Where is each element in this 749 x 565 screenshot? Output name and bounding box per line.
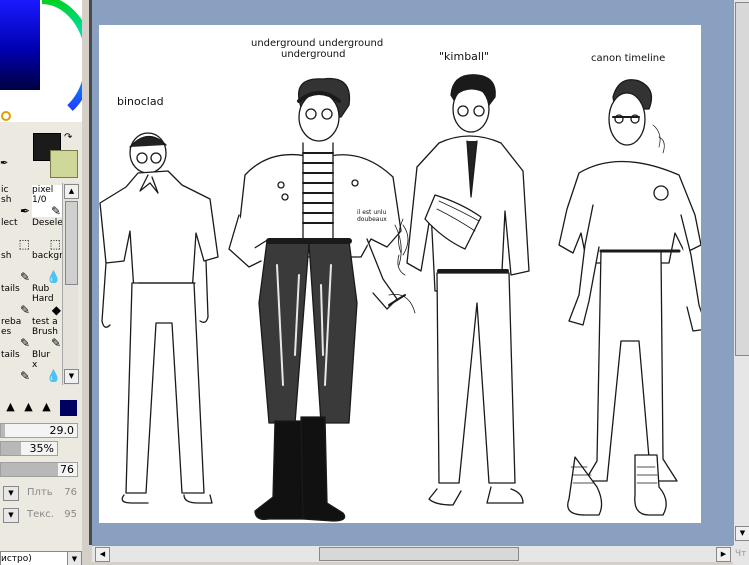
shape-round-icon[interactable]: ▲ xyxy=(21,400,36,414)
brush-slot[interactable]: sh ✎ xyxy=(1,251,31,283)
dropper-icon: 💧 xyxy=(46,270,61,283)
drawing-canvas[interactable]: binoclad underground underground undergr… xyxy=(99,25,701,523)
brush-name: reba xyxy=(1,317,22,327)
color-wheel[interactable] xyxy=(0,0,82,122)
label-kimball: "kimball" xyxy=(439,50,490,63)
brush-name: tails xyxy=(1,350,20,360)
brush-name: tails xyxy=(1,284,20,294)
min-size-slider-fill xyxy=(1,463,58,476)
texture-value: 95 xyxy=(64,509,77,520)
texture-dropdown-button[interactable]: ▼ xyxy=(3,508,19,523)
shape-flat-icon[interactable]: ▲ xyxy=(39,400,54,414)
brush-slot[interactable]: reba es ✎ xyxy=(1,317,31,349)
chevron-down-icon[interactable]: ▼ xyxy=(67,552,81,565)
scroll-thumb[interactable] xyxy=(65,201,78,285)
shape-triangle-icon[interactable]: ▲ xyxy=(3,400,18,414)
horizontal-scrollbar[interactable]: ◀ ▶ xyxy=(92,545,733,562)
vertical-scrollbar[interactable]: ▼ xyxy=(733,0,749,545)
brush-icon: ✎ xyxy=(19,270,30,283)
brush-name: ic xyxy=(1,185,9,195)
character-sketch xyxy=(99,74,701,522)
brush-name: Blur xyxy=(32,350,51,360)
vertical-scroll-thumb[interactable] xyxy=(735,2,749,356)
brush-slot[interactable]: pixel 1/0 ✎ xyxy=(32,185,62,217)
pen-mode-icon[interactable]: ✒ xyxy=(0,158,8,169)
brush-icon: ✎ xyxy=(50,336,61,349)
brush-slot[interactable]: Rub Hard ◆ xyxy=(32,284,62,316)
scroll-down-icon[interactable]: ▼ xyxy=(735,526,749,541)
scroll-left-icon[interactable]: ◀ xyxy=(95,547,110,562)
blend-dropdown-button[interactable]: ▼ xyxy=(3,486,19,501)
scroll-down-icon[interactable]: ▼ xyxy=(64,369,79,384)
size-slider[interactable]: 29.0 xyxy=(0,423,78,438)
size-value: 29.0 xyxy=(49,424,75,437)
brush-name: Rub xyxy=(32,284,50,294)
figure-kimball xyxy=(388,74,530,506)
brush-slot[interactable]: Blur x 💧 xyxy=(32,350,62,382)
scroll-corner: Чт xyxy=(733,545,749,565)
min-size-value: 76 xyxy=(60,463,74,476)
blend-value: 76 xyxy=(64,487,77,498)
figure-binoclad xyxy=(99,132,219,504)
density-value: 35% xyxy=(29,442,54,455)
brush-name: sh xyxy=(1,251,12,261)
density-slider-fill xyxy=(1,442,21,455)
min-size-slider[interactable]: 76 xyxy=(0,462,78,477)
pen-icon: ✒ xyxy=(19,204,30,217)
background-color-swatch[interactable] xyxy=(50,150,78,178)
dropper-icon: 💧 xyxy=(46,369,61,382)
shape-square-icon[interactable] xyxy=(60,400,77,416)
density-slider[interactable]: 35% xyxy=(0,441,58,456)
label-binoclad: binoclad xyxy=(117,95,164,108)
brush-icon: ✎ xyxy=(19,369,30,382)
tool-panel: ✒ ↷ icsh✒pixel1/0✎lect⬚Deselect⬚sh✎backg… xyxy=(0,0,82,565)
blend-label: Плть xyxy=(27,487,53,498)
brush-slot[interactable]: tails ✎ xyxy=(1,350,31,382)
brush-slot[interactable]: backgrou 💧 xyxy=(32,251,62,283)
scroll-right-icon[interactable]: ▶ xyxy=(716,547,731,562)
pencil-icon: ✎ xyxy=(50,204,61,217)
mode-select-value: истро) xyxy=(1,554,32,564)
label-underground-line1: underground underground xyxy=(251,38,384,49)
brush-icon: ✎ xyxy=(19,303,30,316)
label-underground-line2: underground xyxy=(281,49,346,60)
brush-name: lect xyxy=(1,218,18,228)
canvas-workspace: binoclad underground underground undergr… xyxy=(89,0,749,545)
deselect-icon: ⬚ xyxy=(49,237,61,250)
scroll-up-icon[interactable]: ▲ xyxy=(64,184,79,199)
eraser-icon: ◆ xyxy=(51,303,61,316)
brush-name: pixel xyxy=(32,185,54,195)
hue-ring[interactable] xyxy=(0,0,82,122)
texture-label: Текс. xyxy=(27,509,54,520)
brush-slot[interactable]: tails ✎ xyxy=(1,284,31,316)
horizontal-scroll-thumb[interactable] xyxy=(319,547,519,561)
size-slider-fill xyxy=(1,424,5,437)
brush-icon: ✎ xyxy=(19,336,30,349)
brush-name: Deselect xyxy=(32,218,62,228)
figure-canon-timeline xyxy=(558,79,701,516)
brush-name: backgrou xyxy=(32,251,62,261)
select-icon: ⬚ xyxy=(18,237,30,250)
mode-select[interactable]: истро) ▼ xyxy=(0,551,82,565)
corner-text: Чт xyxy=(735,549,747,559)
hue-picker-handle xyxy=(1,111,11,121)
label-jacket-note: il est unlu doubeaux xyxy=(357,209,387,223)
brush-grid-scrollbar[interactable]: ▲ ▼ xyxy=(62,183,79,385)
brush-shape-row: ▲ ▲ ▲ xyxy=(0,398,82,418)
brush-slot[interactable]: Deselect ⬚ xyxy=(32,218,62,250)
label-canon-timeline: canon timeline xyxy=(591,53,666,64)
figure-underground xyxy=(228,77,416,522)
brush-slot[interactable]: ic sh ✒ xyxy=(1,185,31,217)
brush-slot[interactable]: test a Brush ✎ xyxy=(32,317,62,349)
swap-colors-icon[interactable]: ↷ xyxy=(64,132,72,143)
brush-name: test a xyxy=(32,317,58,327)
brush-slot[interactable]: lect ⬚ xyxy=(1,218,31,250)
